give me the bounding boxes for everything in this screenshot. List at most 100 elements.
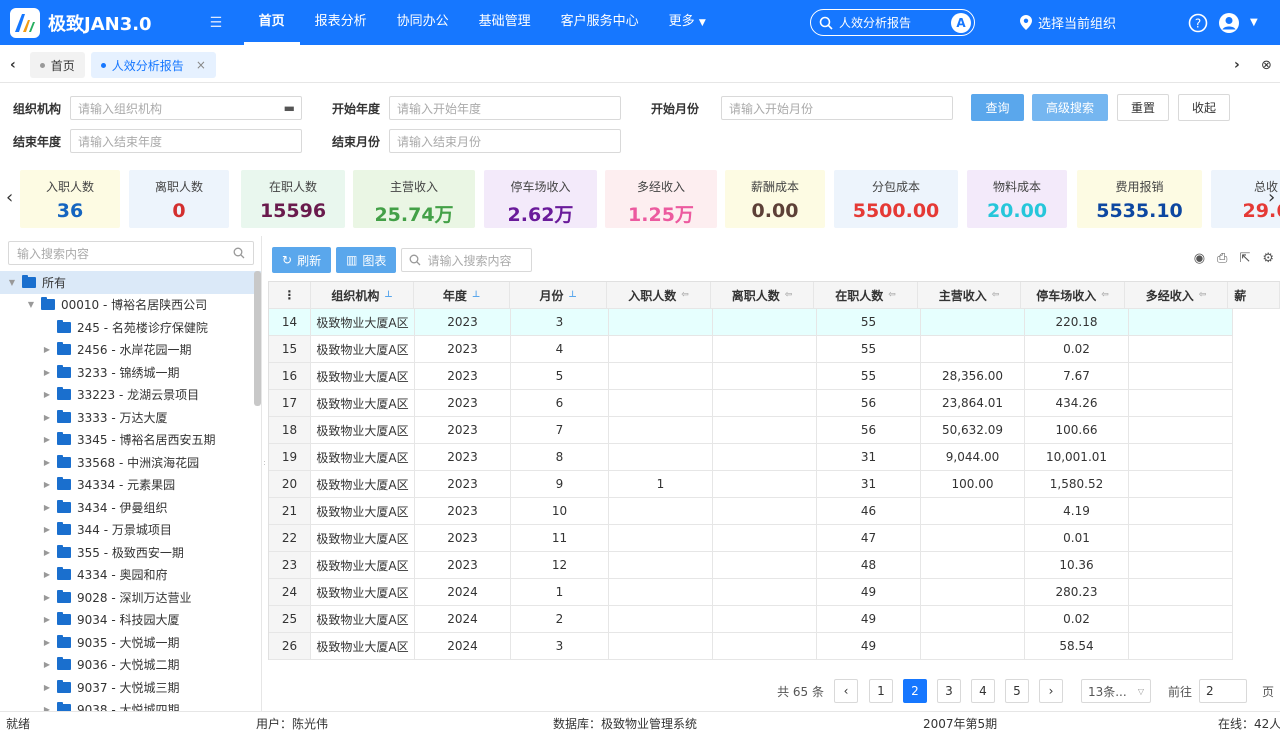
sort-icon[interactable]: ⇦ xyxy=(992,290,1000,300)
grid-search-input[interactable]: 请输入搜索内容 xyxy=(401,248,533,272)
column-header[interactable]: 停车场收入 ⇦ xyxy=(1021,282,1125,309)
stats-scroll-right-icon[interactable]: › xyxy=(1268,187,1275,208)
caret-down-icon[interactable]: ▼ xyxy=(6,278,18,287)
search-badge[interactable]: A xyxy=(951,12,971,33)
tree-node[interactable]: ▶ 3333 - 万达大厦 xyxy=(0,406,261,429)
tree-node[interactable]: ▶ 3434 - 伊曼组织 xyxy=(0,496,261,519)
pin-icon[interactable]: ⊥ xyxy=(472,290,480,300)
query-button[interactable]: 查询 xyxy=(971,94,1024,121)
sort-icon[interactable]: ⇦ xyxy=(785,290,793,300)
tree-node-root[interactable]: ▼ 所有 xyxy=(0,271,261,294)
caret-right-icon[interactable]: ▶ xyxy=(41,413,53,422)
table-row[interactable]: 19 极致物业大厦A区 2023 8 31 9,044.00 10,001.01 xyxy=(269,444,1280,471)
nav-home[interactable]: 首页 xyxy=(243,0,300,45)
advanced-search-button[interactable]: 高级搜索 xyxy=(1032,94,1108,121)
start-year-input[interactable]: 请输入开始年度 xyxy=(389,96,621,120)
caret-right-icon[interactable]: ▶ xyxy=(41,593,53,602)
next-page-button[interactable]: › xyxy=(1038,679,1063,703)
column-header[interactable]: 离职人数 ⇦ xyxy=(710,282,815,309)
caret-right-icon[interactable]: ▶ xyxy=(41,638,53,647)
reset-button[interactable]: 重置 xyxy=(1117,94,1169,121)
caret-right-icon[interactable]: ▶ xyxy=(41,503,53,512)
tree-node[interactable]: ▶ 9034 - 科技园大厦 xyxy=(0,609,261,632)
column-header[interactable]: 组织机构 ⊥ xyxy=(310,282,415,309)
caret-right-icon[interactable]: ▶ xyxy=(41,548,53,557)
menu-toggle-icon[interactable]: ☰ xyxy=(210,15,224,31)
tree-node[interactable]: ▶ 3345 - 博裕名居西安五期 xyxy=(0,429,261,452)
column-header[interactable]: 在职人数 ⇦ xyxy=(814,282,918,309)
column-menu-icon[interactable]: ⋮ xyxy=(269,282,311,309)
table-row[interactable]: 20 极致物业大厦A区 2023 9 1 31 100.00 1,580.52 xyxy=(269,471,1280,498)
page-3[interactable]: 3 xyxy=(936,679,961,703)
tree-node[interactable]: ▶ 33223 - 龙湖云景项目 xyxy=(0,384,261,407)
tab-hr-efficiency-report[interactable]: 人效分析报告 × xyxy=(90,52,216,78)
caret-right-icon[interactable]: ▶ xyxy=(41,390,53,399)
column-header[interactable]: 入职人数 ⇦ xyxy=(607,282,711,309)
column-header[interactable]: 主营收入 ⇦ xyxy=(917,282,1022,309)
caret-right-icon[interactable]: ▶ xyxy=(41,368,53,377)
refresh-button[interactable]: ↻ 刷新 xyxy=(272,247,332,273)
table-row[interactable]: 22 极致物业大厦A区 2023 11 47 0.01 xyxy=(269,525,1280,552)
settings-icon[interactable]: ⚙ xyxy=(1262,251,1274,266)
caret-right-icon[interactable]: ▶ xyxy=(41,683,53,692)
table-row[interactable]: 23 极致物业大厦A区 2023 12 48 10.36 xyxy=(269,552,1280,579)
pin-icon[interactable]: ⊥ xyxy=(568,290,576,300)
caret-right-icon[interactable]: ▶ xyxy=(41,660,53,669)
tree-node[interactable]: ▶ 9036 - 大悦城二期 xyxy=(0,654,261,677)
column-header[interactable]: 多经收入 ⇦ xyxy=(1124,282,1229,309)
page-5[interactable]: 5 xyxy=(1004,679,1029,703)
sort-icon[interactable]: ⇦ xyxy=(681,290,689,300)
global-search[interactable]: 人效分析报告 A xyxy=(810,9,975,36)
sort-icon[interactable]: ⇦ xyxy=(888,290,896,300)
caret-right-icon[interactable]: ▶ xyxy=(41,615,53,624)
org-input[interactable]: 请输入组织机构 ▬ xyxy=(70,96,302,120)
tree-node[interactable]: ▶ 33568 - 中洲滨海花园 xyxy=(0,451,261,474)
user-avatar-icon[interactable] xyxy=(1218,12,1240,34)
tree-node[interactable]: ▶ 355 - 极致西安一期 xyxy=(0,541,261,564)
nav-report-analysis[interactable]: 报表分析 xyxy=(300,0,382,45)
table-row[interactable]: 15 极致物业大厦A区 2023 4 55 0.02 xyxy=(269,336,1280,363)
user-menu-chevron-icon[interactable]: ▼ xyxy=(1250,17,1258,28)
close-tab-icon[interactable]: × xyxy=(196,58,206,72)
export-icon[interactable]: ⇱ xyxy=(1239,251,1250,266)
table-row[interactable]: 14 极致物业大厦A区 2023 3 55 220.18 xyxy=(269,309,1280,336)
nav-customer-service[interactable]: 客户服务中心 xyxy=(546,0,654,45)
caret-down-icon[interactable]: ▼ xyxy=(25,300,37,309)
tree-node[interactable]: ▶ 4334 - 奥园和府 xyxy=(0,564,261,587)
table-row[interactable]: 25 极致物业大厦A区 2024 2 49 0.02 xyxy=(269,606,1280,633)
caret-right-icon[interactable]: ▶ xyxy=(41,458,53,467)
tab-home[interactable]: 首页 xyxy=(29,52,85,78)
column-header[interactable]: 年度 ⊥ xyxy=(414,282,510,309)
table-row[interactable]: 26 极致物业大厦A区 2024 3 49 58.54 xyxy=(269,633,1280,660)
tree-node[interactable]: ▶ 2456 - 水岸花园一期 xyxy=(0,339,261,362)
column-header[interactable]: 月份 ⊥ xyxy=(509,282,608,309)
tree-node[interactable]: ▶ 9037 - 大悦城三期 xyxy=(0,676,261,699)
page-2[interactable]: 2 xyxy=(902,679,927,703)
tree-node[interactable]: ▶ 344 - 万景城项目 xyxy=(0,519,261,542)
caret-right-icon[interactable]: ▶ xyxy=(41,525,53,534)
table-row[interactable]: 16 极致物业大厦A区 2023 5 55 28,356.00 7.67 xyxy=(269,363,1280,390)
tree-node[interactable]: ▶ 9035 - 大悦城一期 xyxy=(0,631,261,654)
end-year-input[interactable]: 请输入结束年度 xyxy=(70,129,302,153)
eye-icon[interactable]: ◉ xyxy=(1194,251,1205,266)
stats-scroll-left-icon[interactable]: ‹ xyxy=(6,187,13,208)
caret-right-icon[interactable]: ▶ xyxy=(41,435,53,444)
tab-scroll-right-icon[interactable]: › xyxy=(1234,57,1240,73)
collapse-button[interactable]: 收起 xyxy=(1178,94,1230,121)
print-icon[interactable]: ⎙ xyxy=(1217,251,1227,266)
end-month-input[interactable]: 请输入结束月份 xyxy=(389,129,621,153)
splitter-handle[interactable]: : xyxy=(262,459,267,480)
chart-button[interactable]: ▥ 图表 xyxy=(336,247,397,273)
table-row[interactable]: 18 极致物业大厦A区 2023 7 56 50,632.09 100.66 xyxy=(269,417,1280,444)
page-1[interactable]: 1 xyxy=(868,679,893,703)
tree-node-company[interactable]: ▼ 00010 - 博裕名居陕西公司 xyxy=(0,294,261,317)
tree-search-input[interactable]: 输入搜索内容 xyxy=(8,241,254,265)
start-month-input[interactable]: 请输入开始月份 xyxy=(721,96,953,120)
caret-right-icon[interactable]: ▶ xyxy=(41,570,53,579)
tree-node[interactable]: ▶ 9038 - 大悦城四期 xyxy=(0,699,261,711)
table-row[interactable]: 17 极致物业大厦A区 2023 6 56 23,864.01 434.26 xyxy=(269,390,1280,417)
table-row[interactable]: 24 极致物业大厦A区 2024 1 49 280.23 xyxy=(269,579,1280,606)
tree-node[interactable]: 245 - 名苑楼诊疗保健院 xyxy=(0,316,261,339)
caret-right-icon[interactable]: ▶ xyxy=(41,345,53,354)
caret-right-icon[interactable]: ▶ xyxy=(41,480,53,489)
